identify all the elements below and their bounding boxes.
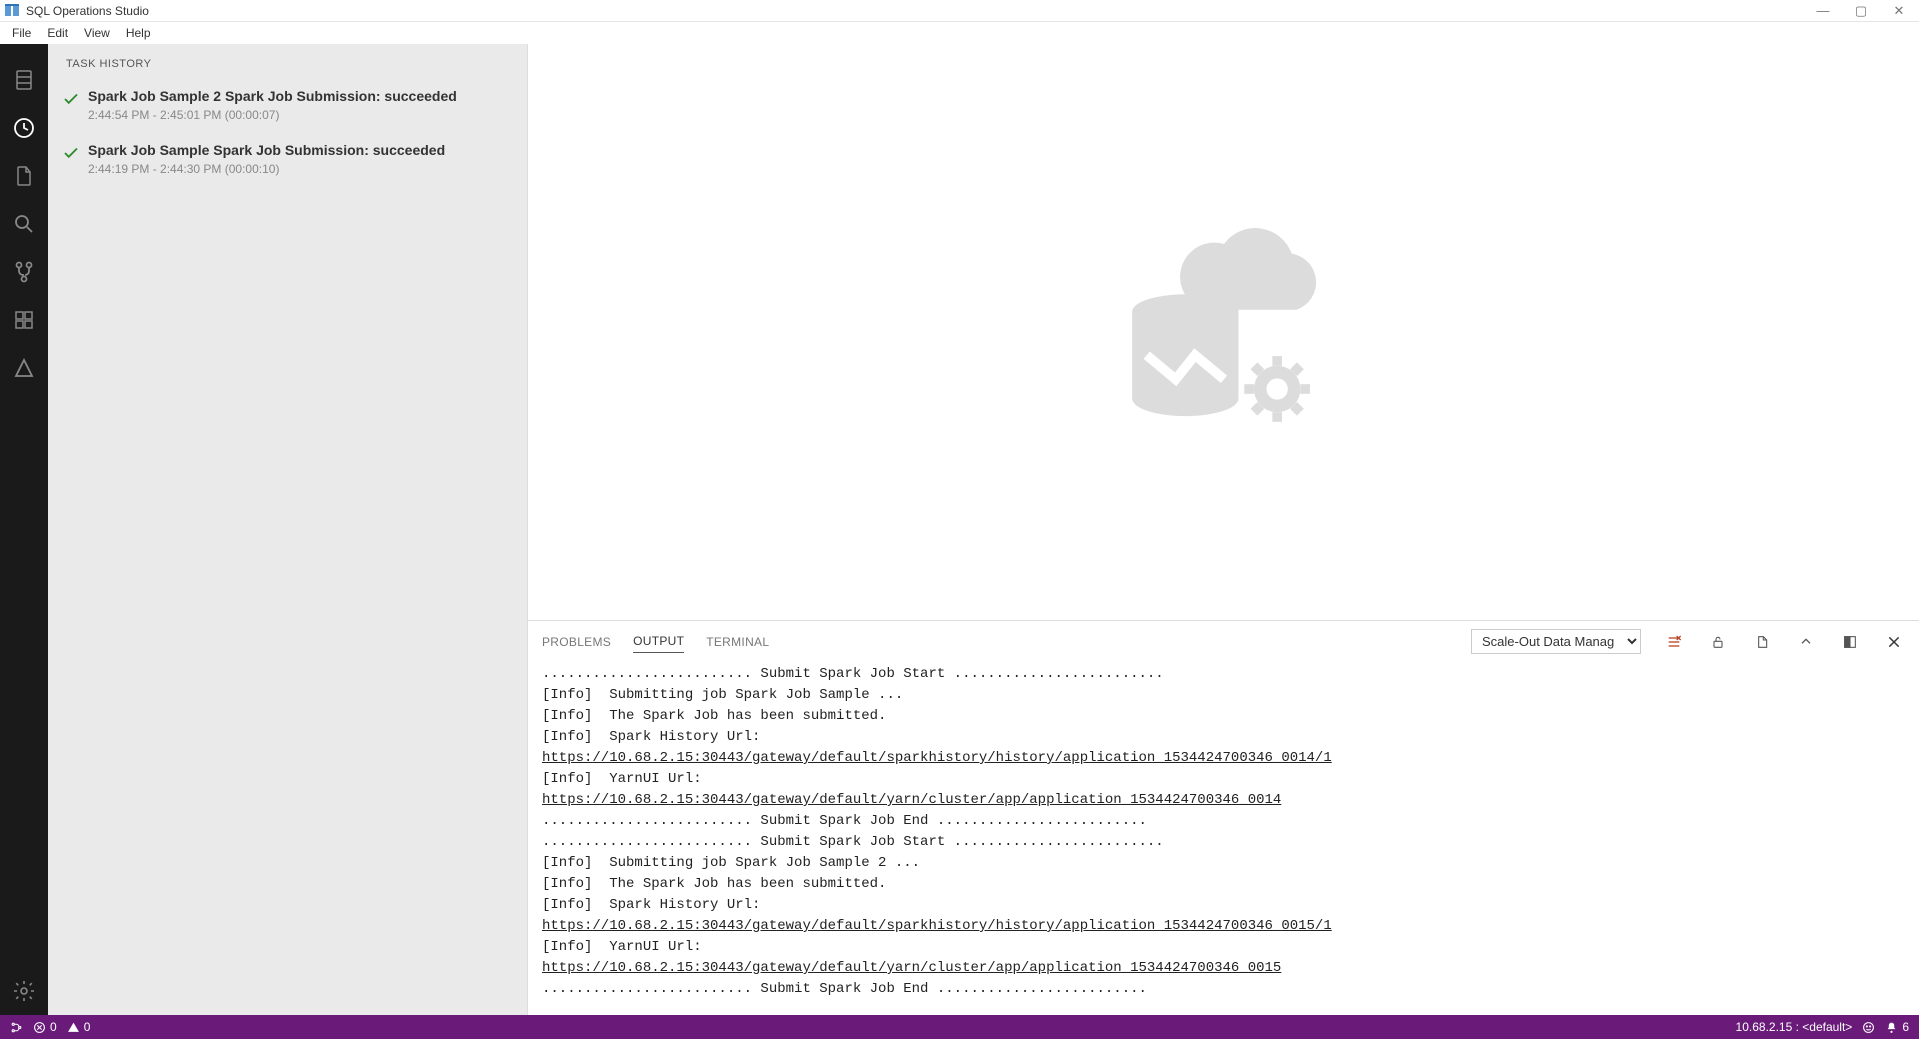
statusbar: 0 0 10.68.2.15 : <default> 6: [0, 1015, 1919, 1039]
panel-title: TASK HISTORY: [48, 44, 527, 78]
servers-icon[interactable]: [0, 56, 48, 104]
extensions-icon[interactable]: [0, 296, 48, 344]
titlebar: SQL Operations Studio — ▢ ✕: [0, 0, 1919, 22]
menu-edit[interactable]: Edit: [39, 24, 76, 42]
main: TASK HISTORY Spark Job Sample 2 Spark Jo…: [0, 44, 1919, 1015]
maximize-panel-icon[interactable]: [1839, 633, 1861, 650]
source-control-icon[interactable]: [0, 248, 48, 296]
errors-count[interactable]: 0: [33, 1020, 57, 1034]
output-line: https://10.68.2.15:30443/gateway/default…: [542, 916, 1905, 937]
clear-output-icon[interactable]: [1663, 633, 1685, 650]
search-icon[interactable]: [0, 200, 48, 248]
task-item[interactable]: Spark Job Sample 2 Spark Job Submission:…: [48, 78, 527, 132]
close-button[interactable]: ✕: [1887, 3, 1911, 19]
explorer-icon[interactable]: [0, 152, 48, 200]
output-line: ......................... Submit Spark J…: [542, 811, 1905, 832]
menu-file[interactable]: File: [4, 24, 39, 42]
output-line: [Info] The Spark Job has been submitted.: [542, 874, 1905, 895]
minimize-button[interactable]: —: [1811, 3, 1835, 19]
feedback-icon[interactable]: [1862, 1021, 1875, 1034]
output-line: https://10.68.2.15:30443/gateway/default…: [542, 748, 1905, 769]
bottom-panel: PROBLEMS OUTPUT TERMINAL Scale-Out Data …: [528, 620, 1919, 1015]
menubar: File Edit View Help: [0, 22, 1919, 44]
collapse-panel-icon[interactable]: [1795, 633, 1817, 650]
output-link[interactable]: https://10.68.2.15:30443/gateway/default…: [542, 792, 1281, 808]
task-time: 2:44:19 PM - 2:44:30 PM (00:00:10): [88, 162, 445, 176]
output-body[interactable]: ......................... Submit Spark J…: [528, 654, 1919, 1015]
window-controls: — ▢ ✕: [1811, 3, 1915, 19]
azure-icon[interactable]: [0, 344, 48, 392]
task-item[interactable]: Spark Job Sample Spark Job Submission: s…: [48, 132, 527, 186]
output-line: https://10.68.2.15:30443/gateway/default…: [542, 790, 1905, 811]
app-icon: [4, 3, 20, 19]
editor-placeholder: [528, 44, 1919, 620]
editor-area: PROBLEMS OUTPUT TERMINAL Scale-Out Data …: [528, 44, 1919, 1015]
tab-output[interactable]: OUTPUT: [633, 630, 684, 653]
tab-terminal[interactable]: TERMINAL: [706, 631, 769, 653]
connection-status[interactable]: 10.68.2.15 : <default>: [1736, 1020, 1853, 1034]
task-title: Spark Job Sample Spark Job Submission: s…: [88, 142, 445, 158]
task-history-panel: TASK HISTORY Spark Job Sample 2 Spark Jo…: [48, 44, 528, 1015]
menu-help[interactable]: Help: [118, 24, 159, 42]
lock-scroll-icon[interactable]: [1707, 633, 1729, 650]
output-line: [Info] YarnUI Url:: [542, 937, 1905, 958]
notifications-icon[interactable]: 6: [1885, 1020, 1909, 1034]
menu-view[interactable]: View: [76, 24, 118, 42]
output-line: [Info] The Spark Job has been submitted.: [542, 706, 1905, 727]
placeholder-icon: [1079, 181, 1369, 484]
output-line: https://10.68.2.15:30443/gateway/default…: [542, 958, 1905, 979]
output-link[interactable]: https://10.68.2.15:30443/gateway/default…: [542, 750, 1332, 766]
output-link[interactable]: https://10.68.2.15:30443/gateway/default…: [542, 918, 1332, 934]
output-channel-dropdown[interactable]: Scale-Out Data Manag: [1471, 629, 1641, 654]
tab-problems[interactable]: PROBLEMS: [542, 631, 611, 653]
output-line: ......................... Submit Spark J…: [542, 832, 1905, 853]
task-time: 2:44:54 PM - 2:45:01 PM (00:00:07): [88, 108, 457, 122]
output-line: ......................... Submit Spark J…: [542, 979, 1905, 1000]
output-line: [Info] Submitting job Spark Job Sample 2…: [542, 853, 1905, 874]
output-link[interactable]: https://10.68.2.15:30443/gateway/default…: [542, 960, 1281, 976]
output-line: [Info] Submitting job Spark Job Sample .…: [542, 685, 1905, 706]
close-panel-icon[interactable]: [1883, 633, 1905, 650]
output-line: ......................... Submit Spark J…: [542, 664, 1905, 685]
check-icon: [62, 144, 80, 176]
check-icon: [62, 90, 80, 122]
settings-gear-icon[interactable]: [0, 967, 48, 1015]
open-log-icon[interactable]: [1751, 633, 1773, 650]
activity-bar: [0, 44, 48, 1015]
task-title: Spark Job Sample 2 Spark Job Submission:…: [88, 88, 457, 104]
task-history-icon[interactable]: [0, 104, 48, 152]
window-title: SQL Operations Studio: [26, 4, 1811, 18]
panel-tabs: PROBLEMS OUTPUT TERMINAL Scale-Out Data …: [528, 621, 1919, 654]
remote-indicator[interactable]: [10, 1021, 23, 1034]
output-line: [Info] Spark History Url:: [542, 727, 1905, 748]
output-line: [Info] YarnUI Url:: [542, 769, 1905, 790]
warnings-count[interactable]: 0: [67, 1020, 91, 1034]
output-line: [Info] Spark History Url:: [542, 895, 1905, 916]
maximize-button[interactable]: ▢: [1849, 3, 1873, 19]
